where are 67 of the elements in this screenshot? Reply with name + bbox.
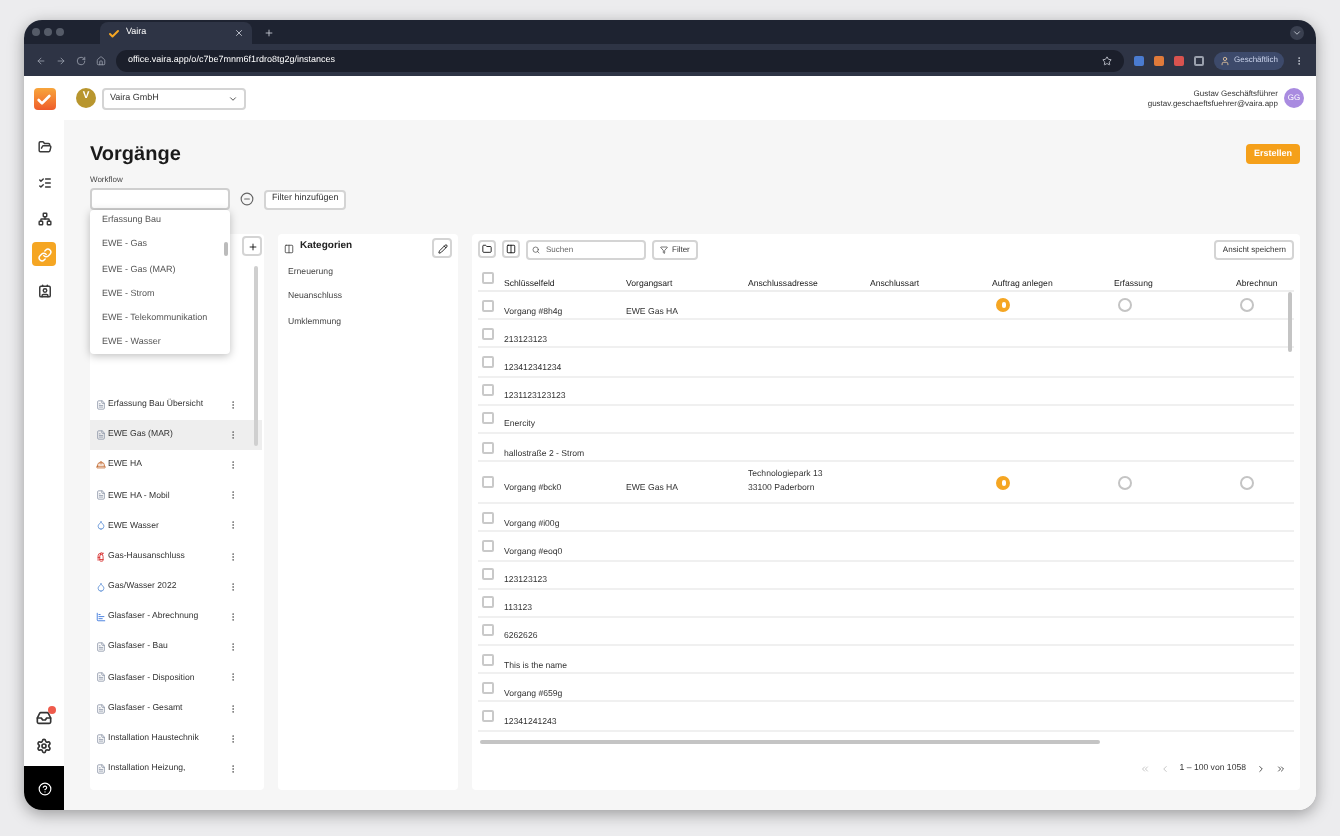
workflow-icon (96, 460, 106, 471)
search-icon (532, 245, 540, 253)
workflow-icon (96, 703, 106, 714)
row-checkbox[interactable] (482, 710, 494, 723)
workflow-icon (96, 672, 106, 683)
home-icon[interactable] (96, 55, 106, 65)
row-checkbox[interactable] (482, 568, 494, 581)
folder-button[interactable] (478, 240, 496, 258)
row-checkbox[interactable] (482, 441, 494, 454)
workflow-input[interactable] (90, 188, 230, 210)
new-tab-icon[interactable] (264, 27, 274, 37)
row-checkbox[interactable] (482, 653, 494, 666)
workflow-icon (96, 490, 106, 501)
reload-icon[interactable] (76, 55, 86, 65)
logo-check-icon (108, 27, 120, 39)
workflow-icon (96, 429, 106, 440)
row-checkbox[interactable] (482, 539, 494, 552)
plus-icon (247, 241, 257, 251)
bookmark-star-icon[interactable] (1101, 55, 1112, 65)
row-checkbox[interactable] (482, 384, 494, 397)
filter-icon (660, 245, 668, 253)
edit-button[interactable] (432, 238, 452, 258)
row-checkbox[interactable] (482, 511, 494, 524)
tab-list-icon[interactable] (1290, 25, 1304, 39)
pencil-icon (437, 243, 447, 253)
workflow-icon (96, 763, 106, 774)
forward-icon[interactable] (56, 55, 66, 65)
row-checkbox[interactable] (482, 412, 494, 425)
row-checkbox[interactable] (482, 476, 494, 489)
workflow-icon (96, 733, 106, 744)
workflow-icon (96, 581, 106, 592)
help-button[interactable] (24, 766, 64, 810)
chevron-down-icon (228, 93, 238, 103)
select-all-checkbox[interactable] (482, 271, 494, 283)
app-logo[interactable] (33, 88, 55, 110)
settings-icon[interactable] (36, 738, 52, 754)
network-icon (37, 211, 51, 225)
workflow-icon (96, 551, 106, 562)
row-checkbox[interactable] (482, 681, 494, 694)
workflow-icon (96, 399, 106, 410)
folder-icon (37, 139, 51, 153)
add-button[interactable] (242, 236, 262, 256)
columns-button[interactable] (502, 240, 520, 258)
inbox-icon[interactable] (36, 710, 52, 726)
page-title: Vorgänge (90, 141, 181, 169)
workflow-icon (96, 611, 106, 622)
user-icon (1219, 55, 1230, 65)
row-checkbox[interactable] (482, 327, 494, 340)
contact-icon (37, 283, 51, 297)
remove-icon[interactable] (240, 192, 254, 206)
row-checkbox[interactable] (482, 355, 494, 368)
help-icon (37, 781, 51, 795)
columns-icon (506, 244, 516, 254)
back-icon[interactable] (36, 55, 46, 65)
row-checkbox[interactable] (482, 624, 494, 637)
row-checkbox[interactable] (482, 299, 494, 312)
nav-item[interactable] (32, 206, 56, 230)
folder-icon (482, 244, 492, 254)
workflow-icon (96, 520, 106, 531)
logo-check-icon (36, 91, 52, 107)
last-page-icon[interactable] (1276, 763, 1286, 773)
next-page-icon[interactable] (1256, 763, 1266, 773)
link-icon (37, 247, 51, 261)
row-checkbox[interactable] (482, 596, 494, 609)
tasks-icon (37, 175, 51, 189)
columns-icon (284, 243, 294, 253)
workflow-icon (96, 642, 106, 653)
